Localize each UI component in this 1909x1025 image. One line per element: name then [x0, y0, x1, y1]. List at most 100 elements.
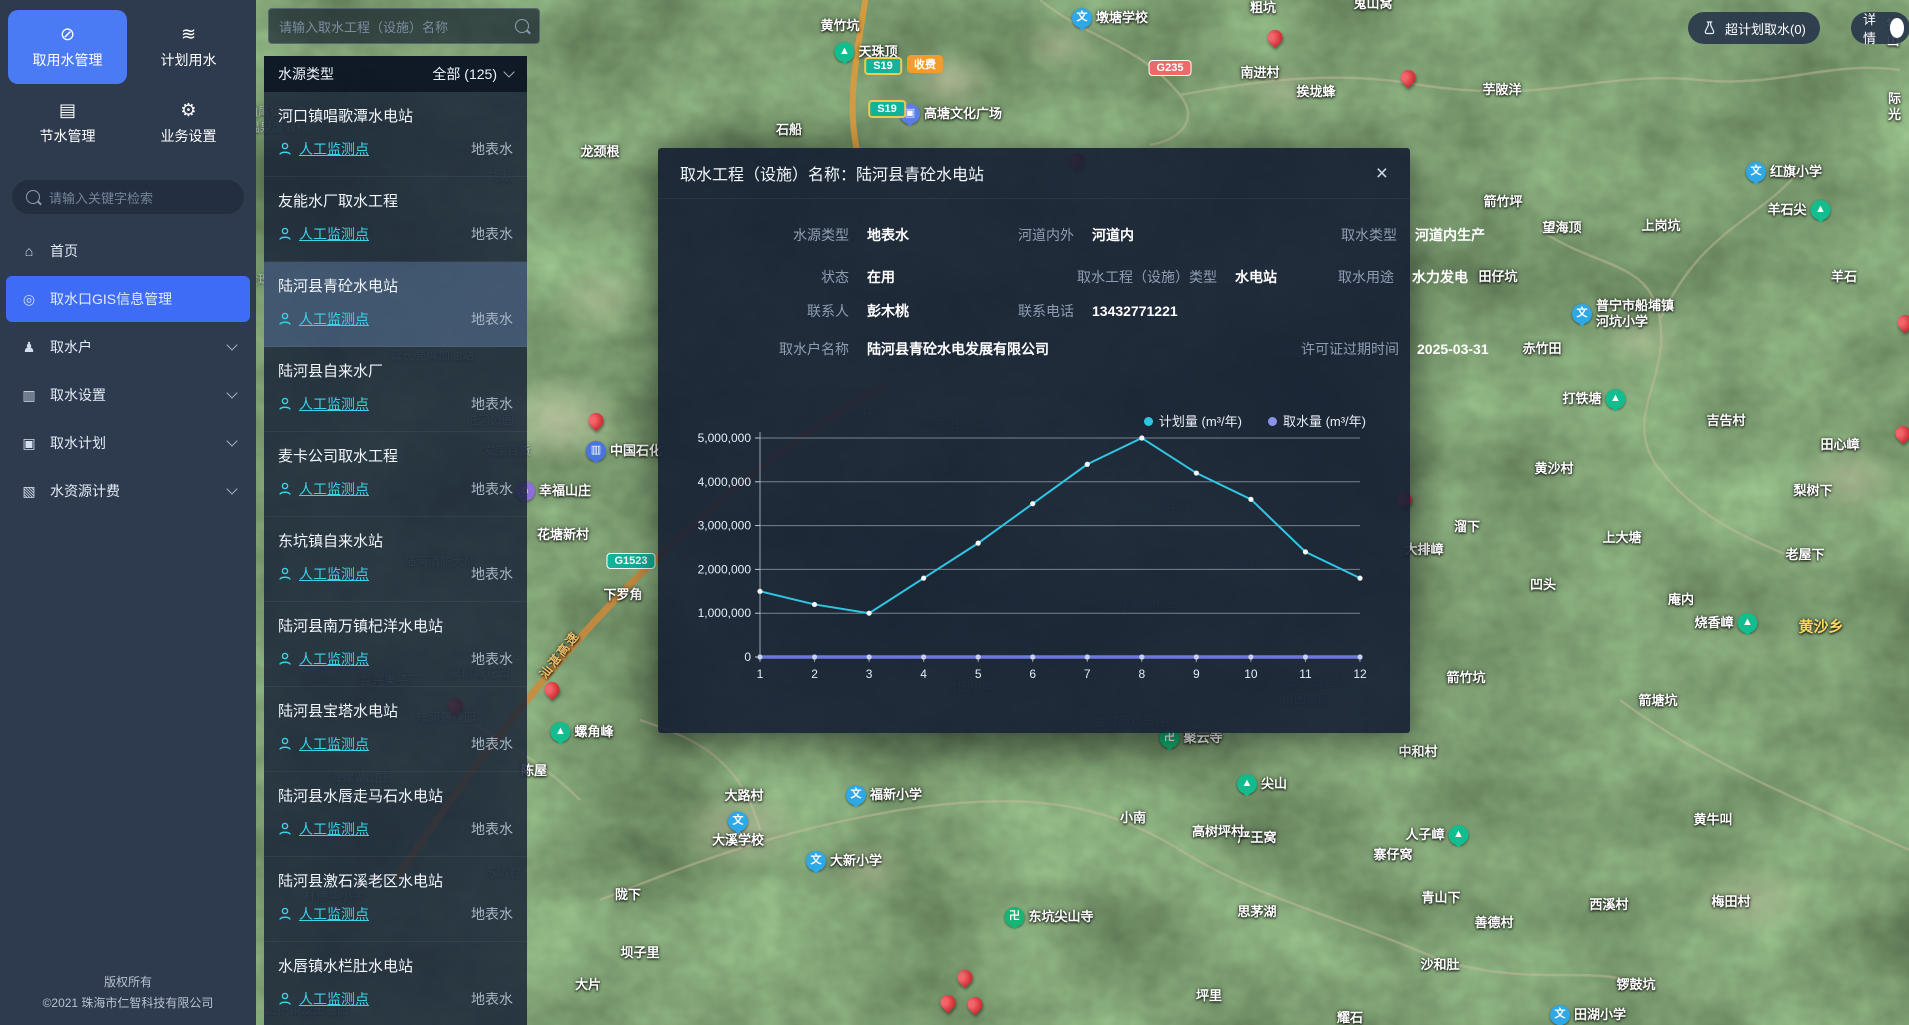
sidebar-item-home[interactable]: ⌂ 首页: [6, 228, 250, 274]
toggle-knob-icon[interactable]: [1890, 18, 1904, 38]
map-label: 黄沙村: [1534, 461, 1573, 477]
sidebar-item-intake-plan[interactable]: ▣ 取水计划: [6, 420, 250, 466]
module-label: 计划用水: [161, 50, 217, 70]
module-business-settings[interactable]: ⚙ 业务设置: [129, 86, 248, 160]
map-label: ▣高塘文化广场: [900, 104, 1002, 124]
facility-name: 陆河县青砼水电站: [278, 275, 513, 296]
facility-list-panel: 水源类型 全部 (125) 河口镇唱歌潭水电站人工监测点地表水友能水厂取水工程人…: [264, 56, 527, 1025]
map-label: 南进村: [1240, 65, 1279, 81]
map-label: 花塘新村: [537, 527, 589, 543]
field-row: 取水户名称陆河县青砼水电发展有限公司许可证过期时间2025-03-31: [692, 339, 1376, 359]
monitor-point-link[interactable]: 人工监测点: [299, 564, 369, 584]
field-value: 水电站: [1217, 267, 1297, 287]
svg-text:12: 12: [1353, 667, 1367, 681]
map-label: 沙和肚: [1420, 957, 1459, 973]
list-item[interactable]: 陆河县青砼水电站人工监测点地表水: [264, 262, 527, 347]
monitor-point-link[interactable]: 人工监测点: [299, 989, 369, 1009]
mountain-icon[interactable]: ▲: [834, 42, 854, 62]
database-icon: ▥: [20, 387, 38, 404]
modal-title: 取水工程（设施）名称：陆河县青砼水电站: [680, 161, 984, 185]
mountain-icon[interactable]: ▲: [550, 722, 570, 742]
list-item[interactable]: 河口镇唱歌潭水电站人工监测点地表水: [264, 92, 527, 177]
sidebar-item-water-billing[interactable]: ▧ 水资源计费: [6, 468, 250, 514]
red-map-pin[interactable]: [941, 995, 956, 1010]
chevron-down-icon: [503, 66, 514, 77]
field-label: 取水工程（设施）类型: [974, 267, 1217, 287]
red-map-pin[interactable]: [1898, 315, 1909, 330]
monitor-point-link[interactable]: 人工监测点: [299, 139, 369, 159]
monitor-point-link[interactable]: 人工监测点: [299, 309, 369, 329]
monitor-point-link[interactable]: 人工监测点: [299, 224, 369, 244]
monitor-point-link[interactable]: 人工监测点: [299, 904, 369, 924]
school-icon[interactable]: 文: [846, 785, 866, 805]
mountain-icon[interactable]: ▲: [1449, 825, 1469, 845]
person-icon: [278, 822, 292, 836]
temple-icon[interactable]: 卍: [1004, 907, 1024, 927]
sidebar-item-water-users[interactable]: ♟ 取水户: [6, 324, 250, 370]
list-item[interactable]: 陆河县自来水厂人工监测点地表水: [264, 347, 527, 432]
list-item[interactable]: 陆河县激石溪老区水电站人工监测点地表水: [264, 857, 527, 942]
school-icon[interactable]: 文: [1572, 304, 1592, 324]
map-label: 寨仔窝: [1373, 847, 1412, 863]
card-icon: ▣: [20, 435, 38, 452]
legend-item[interactable]: 计划量 (m³/年): [1144, 411, 1242, 430]
sidebar-item-gis-management[interactable]: ◎ 取水口GIS信息管理: [6, 276, 250, 322]
over-plan-alert-button[interactable]: 超计划取水(0): [1688, 12, 1820, 44]
list-item[interactable]: 陆河县宝塔水电站人工监测点地表水: [264, 687, 527, 772]
monitor-point-link[interactable]: 人工监测点: [299, 479, 369, 499]
field-value: 13432771221: [1074, 303, 1178, 319]
map-label: 梨树下: [1793, 483, 1832, 499]
list-item[interactable]: 陆河县南万镇杞洋水电站人工监测点地表水: [264, 602, 527, 687]
keyword-search-input[interactable]: 请输入关键字检索: [12, 180, 244, 214]
monitor-point-link[interactable]: 人工监测点: [299, 734, 369, 754]
module-label: 业务设置: [161, 126, 217, 146]
close-icon[interactable]: ×: [1376, 163, 1388, 184]
mountain-icon[interactable]: ▲: [1606, 389, 1626, 409]
facility-search-input[interactable]: 请输入取水工程（设施）名称: [268, 8, 540, 44]
chevron-down-icon: [226, 339, 237, 350]
map-label: 凹头: [1530, 577, 1556, 593]
red-map-pin[interactable]: [1268, 30, 1283, 45]
sidebar-item-intake-settings[interactable]: ▥ 取水设置: [6, 372, 250, 418]
list-item[interactable]: 友能水厂取水工程人工监测点地表水: [264, 177, 527, 262]
mountain-icon[interactable]: ▲: [1237, 774, 1257, 794]
monitor-point-link[interactable]: 人工监测点: [299, 819, 369, 839]
water-source-type: 地表水: [471, 224, 513, 244]
filter-label: 水源类型: [278, 64, 334, 84]
map-label: 上岗坑: [1641, 218, 1680, 234]
field-row: 联系人彭木桃联系电话13432771221: [692, 301, 1376, 321]
svg-text:8: 8: [1138, 667, 1145, 681]
map-label: 鬼山窝: [1353, 0, 1392, 12]
monitor-point-link[interactable]: 人工监测点: [299, 394, 369, 414]
school-icon[interactable]: 文: [1746, 162, 1766, 182]
svg-text:10: 10: [1244, 667, 1258, 681]
school-icon[interactable]: 文: [1072, 8, 1092, 28]
map-label: 青山下: [1421, 890, 1460, 906]
red-map-pin[interactable]: [545, 682, 560, 697]
map-label: 文红旗小学: [1746, 162, 1822, 182]
module-planned-water-use[interactable]: ≋ 计划用水: [129, 10, 248, 84]
red-map-pin[interactable]: [968, 997, 983, 1012]
monitor-point-link[interactable]: 人工监测点: [299, 649, 369, 669]
module-water-saving-management[interactable]: ▤ 节水管理: [8, 86, 127, 160]
mountain-icon[interactable]: ▲: [1811, 200, 1831, 220]
list-item[interactable]: 麦卡公司取水工程人工监测点地表水: [264, 432, 527, 517]
module-water-intake-management[interactable]: ⊘ 取用水管理: [8, 10, 127, 84]
red-map-pin[interactable]: [958, 970, 973, 985]
gas-station-icon[interactable]: ▥: [586, 441, 606, 461]
school-icon[interactable]: 文: [806, 851, 826, 871]
source-type-filter[interactable]: 水源类型 全部 (125): [264, 56, 527, 92]
search-placeholder: 请输入取水工程（设施）名称: [279, 17, 448, 36]
detail-toggle[interactable]: 详情: [1851, 12, 1909, 44]
red-map-pin[interactable]: [589, 413, 604, 428]
red-map-pin[interactable]: [1896, 426, 1909, 441]
list-item[interactable]: 陆河县水唇走马石水电站人工监测点地表水: [264, 772, 527, 857]
list-item[interactable]: 水唇镇水栏肚水电站人工监测点地表水: [264, 942, 527, 1025]
list-item[interactable]: 东坑镇自来水站人工监测点地表水: [264, 517, 527, 602]
person-icon: ♟: [20, 339, 38, 356]
red-map-pin[interactable]: [1401, 70, 1416, 85]
legend-item[interactable]: 取水量 (m³/年): [1268, 411, 1366, 430]
mountain-icon[interactable]: ▲: [1738, 613, 1758, 633]
school-icon[interactable]: 文: [1550, 1005, 1570, 1025]
school-icon[interactable]: 文: [728, 811, 748, 831]
